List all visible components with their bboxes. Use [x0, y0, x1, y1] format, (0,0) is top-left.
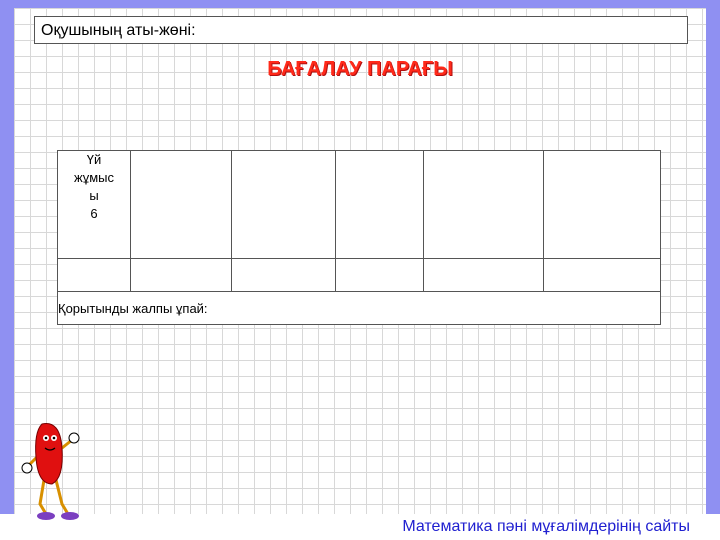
table-cell[interactable]: [130, 150, 232, 259]
page-title: БАҒАЛАУ ПАРАҒЫ: [267, 58, 453, 80]
homework-label-line: ы: [89, 188, 99, 203]
footer-bar: Математика пәні мұғалімдерінің сайты: [0, 514, 720, 540]
table-cell[interactable]: [231, 258, 336, 292]
homework-score: 6: [90, 206, 98, 221]
table-cell[interactable]: [423, 258, 544, 292]
homework-label-line: Үй: [86, 152, 102, 167]
homework-label-line: жұмыс: [74, 170, 114, 185]
homework-cell[interactable]: Үй жұмыс ы 6: [57, 150, 131, 259]
student-name-field[interactable]: Оқушының аты-жөні:: [34, 16, 688, 44]
cartoon-mascot-icon: [21, 423, 80, 520]
table-cell[interactable]: [423, 150, 544, 259]
student-name-label: Оқушының аты-жөні:: [41, 22, 196, 39]
table-cell[interactable]: [543, 150, 661, 259]
table-row: Қорытынды жалпы ұпай:: [57, 291, 661, 325]
table-row: Үй жұмыс ы 6: [57, 150, 661, 259]
table-cell[interactable]: [130, 258, 232, 292]
table-cell[interactable]: [335, 258, 424, 292]
table-cell[interactable]: [231, 150, 336, 259]
table-cell[interactable]: [543, 258, 661, 292]
table-cell[interactable]: [335, 150, 424, 259]
table-row: [57, 258, 661, 292]
table-cell[interactable]: [57, 258, 131, 292]
footer-site-link[interactable]: Математика пәні мұғалімдерінің сайты: [402, 518, 690, 536]
total-score-cell[interactable]: Қорытынды жалпы ұпай:: [57, 291, 661, 325]
grading-table: Үй жұмыс ы 6 Қорытынды жалпы ұпай:: [57, 150, 661, 325]
total-score-label: Қорытынды жалпы ұпай:: [58, 300, 208, 316]
